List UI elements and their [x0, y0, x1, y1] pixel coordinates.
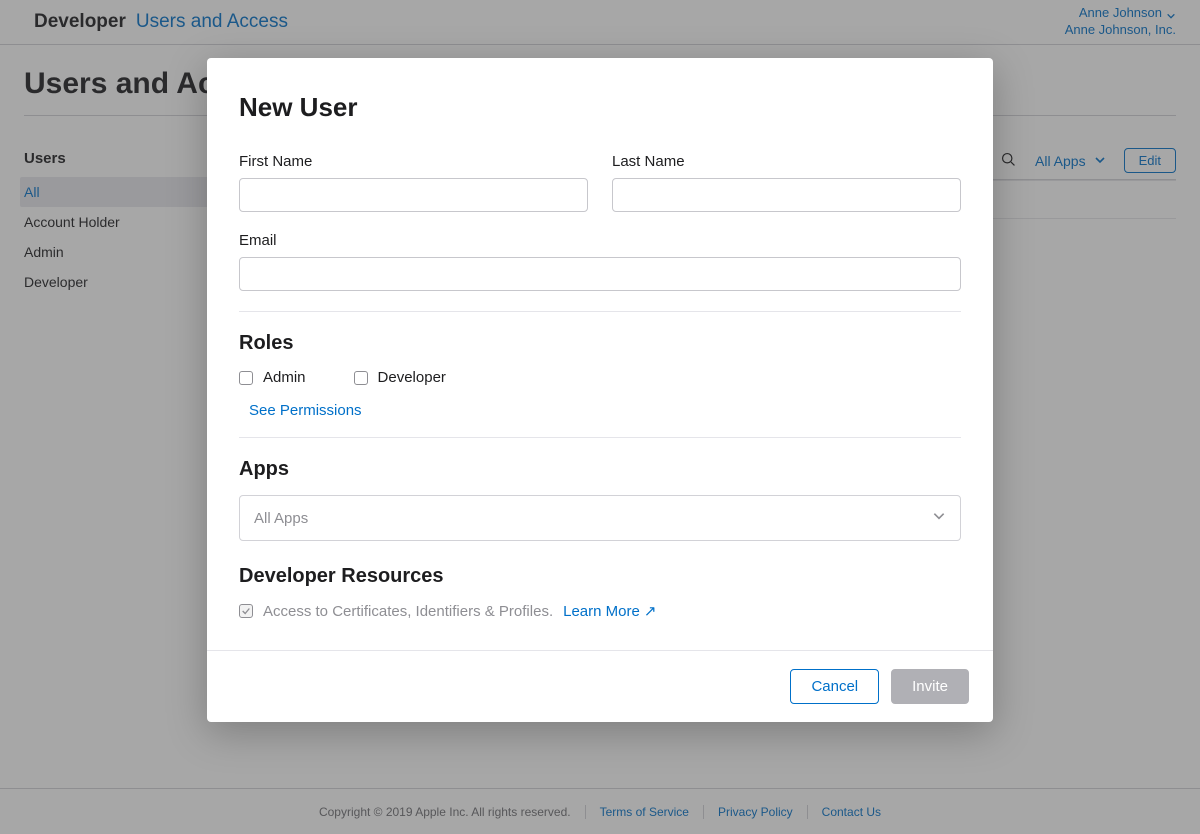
email-field-group: Email [239, 232, 961, 291]
role-developer-label: Developer [378, 369, 446, 386]
email-input[interactable] [239, 257, 961, 291]
last-name-field-group: Last Name [612, 153, 961, 212]
apps-heading: Apps [239, 458, 961, 481]
email-label: Email [239, 232, 961, 249]
first-name-input[interactable] [239, 178, 588, 212]
first-name-field-group: First Name [239, 153, 588, 212]
external-link-icon: ↗ [644, 602, 657, 620]
role-admin-label: Admin [263, 369, 306, 386]
first-name-label: First Name [239, 153, 588, 170]
roles-heading: Roles [239, 332, 961, 355]
role-admin-option[interactable]: Admin [239, 369, 306, 386]
developer-resources-heading: Developer Resources [239, 565, 961, 588]
chevron-down-icon [932, 509, 946, 527]
cancel-button[interactable]: Cancel [790, 669, 879, 704]
checkbox-icon [239, 371, 253, 385]
checkbox-icon [354, 371, 368, 385]
dev-resources-checkbox[interactable] [239, 604, 253, 618]
divider [239, 311, 961, 312]
invite-button[interactable]: Invite [891, 669, 969, 704]
last-name-input[interactable] [612, 178, 961, 212]
divider [239, 437, 961, 438]
learn-more-link[interactable]: Learn More ↗ [563, 602, 656, 620]
modal-footer: Cancel Invite [207, 650, 993, 722]
dev-resources-text: Access to Certificates, Identifiers & Pr… [263, 603, 553, 620]
role-developer-option[interactable]: Developer [354, 369, 446, 386]
new-user-modal: New User First Name Last Name Email Ro [207, 58, 993, 722]
modal-title: New User [239, 92, 961, 123]
learn-more-label: Learn More [563, 603, 640, 620]
apps-select[interactable]: All Apps [239, 495, 961, 541]
apps-select-value: All Apps [254, 510, 308, 527]
modal-overlay: New User First Name Last Name Email Ro [0, 0, 1200, 834]
see-permissions-link[interactable]: See Permissions [249, 402, 961, 419]
last-name-label: Last Name [612, 153, 961, 170]
